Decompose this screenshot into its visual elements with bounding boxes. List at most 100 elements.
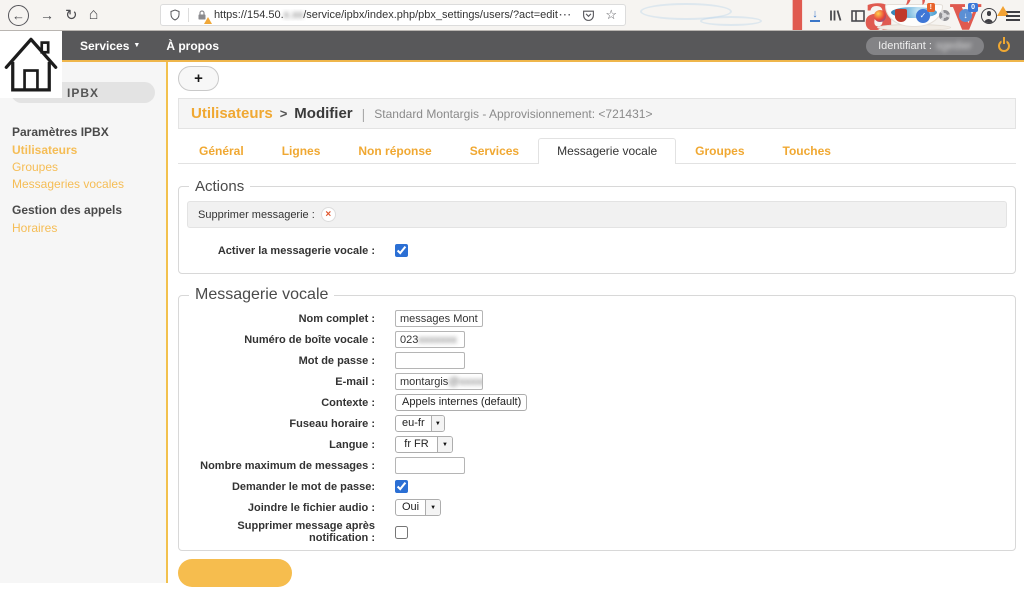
account-icon[interactable] [981, 8, 997, 24]
voicemail-fieldset: Messagerie vocale Nom complet : Numéro d… [178, 286, 1016, 551]
tab-non-reponse[interactable]: Non réponse [339, 138, 450, 164]
chevron-down-icon: ▼ [133, 42, 140, 49]
breadcrumb: Utilisateurs > Modifier | Standard Monta… [178, 98, 1016, 129]
email-input[interactable]: montargis @xxxxxxx [395, 373, 483, 390]
supprimer-apres-label: Supprimer message après notification : [187, 520, 375, 544]
services-menu[interactable]: Services ▼ [80, 39, 140, 53]
joindre-audio-select[interactable]: Oui ▼ [395, 499, 441, 516]
breadcrumb-subtitle: Standard Montargis - Approvisionnement: … [374, 107, 652, 121]
activate-voicemail-checkbox[interactable] [395, 244, 408, 257]
demander-mdp-label: Demander le mot de passe: [187, 481, 375, 493]
field-row: Numéro de boîte vocale : 023 xxxxxxx [187, 331, 1007, 348]
url-redacted: x.xx [284, 9, 304, 21]
sidebar-toggle-icon[interactable] [851, 10, 865, 22]
field-row: Supprimer message après notification : [187, 520, 1007, 544]
mot-de-passe-input[interactable] [395, 352, 465, 369]
voicemail-legend: Messagerie vocale [189, 286, 334, 304]
logout-power-icon[interactable] [998, 40, 1010, 52]
max-messages-label: Nombre maximum de messages : [187, 460, 375, 472]
joindre-audio-label: Joindre le fichier audio : [187, 502, 375, 514]
back-button[interactable]: ← [8, 5, 29, 26]
langue-label: Langue : [187, 439, 375, 451]
url-host: https://154.50. [214, 9, 284, 21]
ublock-shield-icon[interactable] [895, 9, 907, 22]
tab-general[interactable]: Général [180, 138, 263, 164]
field-row: Demander le mot de passe: [187, 478, 1007, 495]
alert-badge: ! [927, 3, 935, 12]
app-navbar: Services ▼ À propos Identifiant : sgedie… [0, 31, 1024, 62]
boite-vocale-redacted: xxxxxxx [418, 334, 457, 346]
add-button[interactable]: + [178, 66, 219, 91]
fuseau-select[interactable]: eu-fr ▼ [395, 415, 445, 432]
sidebar-heading-gestion: Gestion des appels [0, 193, 166, 220]
mixed-content-warning-icon [204, 17, 212, 24]
forward-button[interactable]: → [40, 8, 54, 22]
tab-groupes[interactable]: Groupes [676, 138, 763, 164]
about-link[interactable]: À propos [166, 39, 219, 53]
identifiant-value: sgedier [936, 40, 972, 52]
activate-voicemail-label: Activer la messagerie vocale : [187, 245, 375, 257]
field-row: Fuseau horaire : eu-fr ▼ [187, 415, 1007, 432]
breadcrumb-pipe: | [362, 106, 366, 122]
contexte-label: Contexte : [187, 397, 375, 409]
field-row: E-mail : montargis @xxxxxxx [187, 373, 1007, 390]
update-warning-icon [997, 6, 1009, 16]
sidebar-item-utilisateurs[interactable]: Utilisateurs [0, 142, 166, 159]
breadcrumb-separator: > [280, 106, 288, 121]
page-actions-icon[interactable]: ⋯ [558, 7, 572, 23]
max-messages-input[interactable] [395, 457, 465, 474]
delete-x-icon: × [325, 209, 331, 220]
download-manager-icon[interactable]: ↓ 0 [959, 9, 972, 22]
breadcrumb-section[interactable]: Utilisateurs [191, 105, 273, 122]
tracking-shield-icon[interactable] [169, 8, 181, 22]
menu-icon[interactable] [1006, 11, 1020, 21]
extension-sphere-icon[interactable] [874, 10, 886, 22]
gear-icon[interactable] [939, 10, 950, 21]
tab-touches[interactable]: Touches [764, 138, 850, 164]
library-icon[interactable] [829, 9, 842, 22]
extension-check-icon[interactable]: ✓ ! [916, 9, 930, 23]
bookmark-star-icon[interactable]: ☆ [605, 7, 617, 23]
urlbar-divider [188, 8, 189, 22]
tab-messagerie-vocale[interactable]: Messagerie vocale [538, 138, 676, 164]
field-row: Mot de passe : [187, 352, 1007, 369]
delete-voicemail-button[interactable]: × [321, 207, 336, 222]
field-row: Nombre maximum de messages : [187, 457, 1007, 474]
email-label: E-mail : [187, 376, 375, 388]
supprimer-apres-checkbox[interactable] [395, 526, 408, 539]
contexte-select[interactable]: Appels internes (default) ▼ [395, 394, 527, 411]
tab-services[interactable]: Services [451, 138, 538, 164]
dropdown-arrow-icon: ▼ [431, 416, 444, 431]
tab-lignes[interactable]: Lignes [263, 138, 340, 164]
email-redacted: @xxxxxxx [448, 376, 483, 388]
url-path: /service/ipbx/index.php/pbx_settings/use… [303, 9, 558, 21]
nom-complet-input[interactable] [395, 310, 483, 327]
actions-fieldset: Actions Supprimer messagerie : × Activer… [178, 178, 1016, 274]
main-content: + Utilisateurs > Modifier | Standard Mon… [168, 62, 1024, 583]
delete-voicemail-row: Supprimer messagerie : × [187, 201, 1007, 228]
breadcrumb-page: Modifier [294, 105, 352, 122]
demander-mdp-checkbox[interactable] [395, 480, 408, 493]
sidebar-item-horaires[interactable]: Horaires [0, 220, 166, 237]
sidebar-item-messageries[interactable]: Messageries vocales [0, 176, 166, 193]
count-badge: 0 [968, 3, 978, 12]
field-row: Contexte : Appels internes (default) ▼ [187, 394, 1007, 411]
field-row: Joindre le fichier audio : Oui ▼ [187, 499, 1007, 516]
fuseau-label: Fuseau horaire : [187, 418, 375, 430]
boite-vocale-input[interactable]: 023 xxxxxxx [395, 331, 465, 348]
home-button[interactable]: ⌂ [89, 7, 99, 23]
address-bar[interactable]: https://154.50.x.xx/service/ipbx/index.p… [160, 4, 626, 26]
identifiant-badge: Identifiant : sgedier [866, 37, 984, 55]
downloads-icon[interactable]: ↓ [810, 10, 820, 22]
sidebar-item-groupes[interactable]: Groupes [0, 159, 166, 176]
app-logo[interactable] [0, 31, 62, 98]
activate-voicemail-row: Activer la messagerie vocale : [187, 244, 1007, 257]
pocket-icon[interactable] [582, 9, 595, 22]
nom-complet-label: Nom complet : [187, 313, 375, 325]
reload-button[interactable]: ↻ [65, 8, 78, 23]
langue-select[interactable]: fr FR ▼ [395, 436, 453, 453]
dropdown-arrow-icon: ▼ [437, 437, 452, 452]
house-icon [4, 34, 58, 92]
mot-de-passe-label: Mot de passe : [187, 355, 375, 367]
lock-icon[interactable] [196, 9, 208, 22]
